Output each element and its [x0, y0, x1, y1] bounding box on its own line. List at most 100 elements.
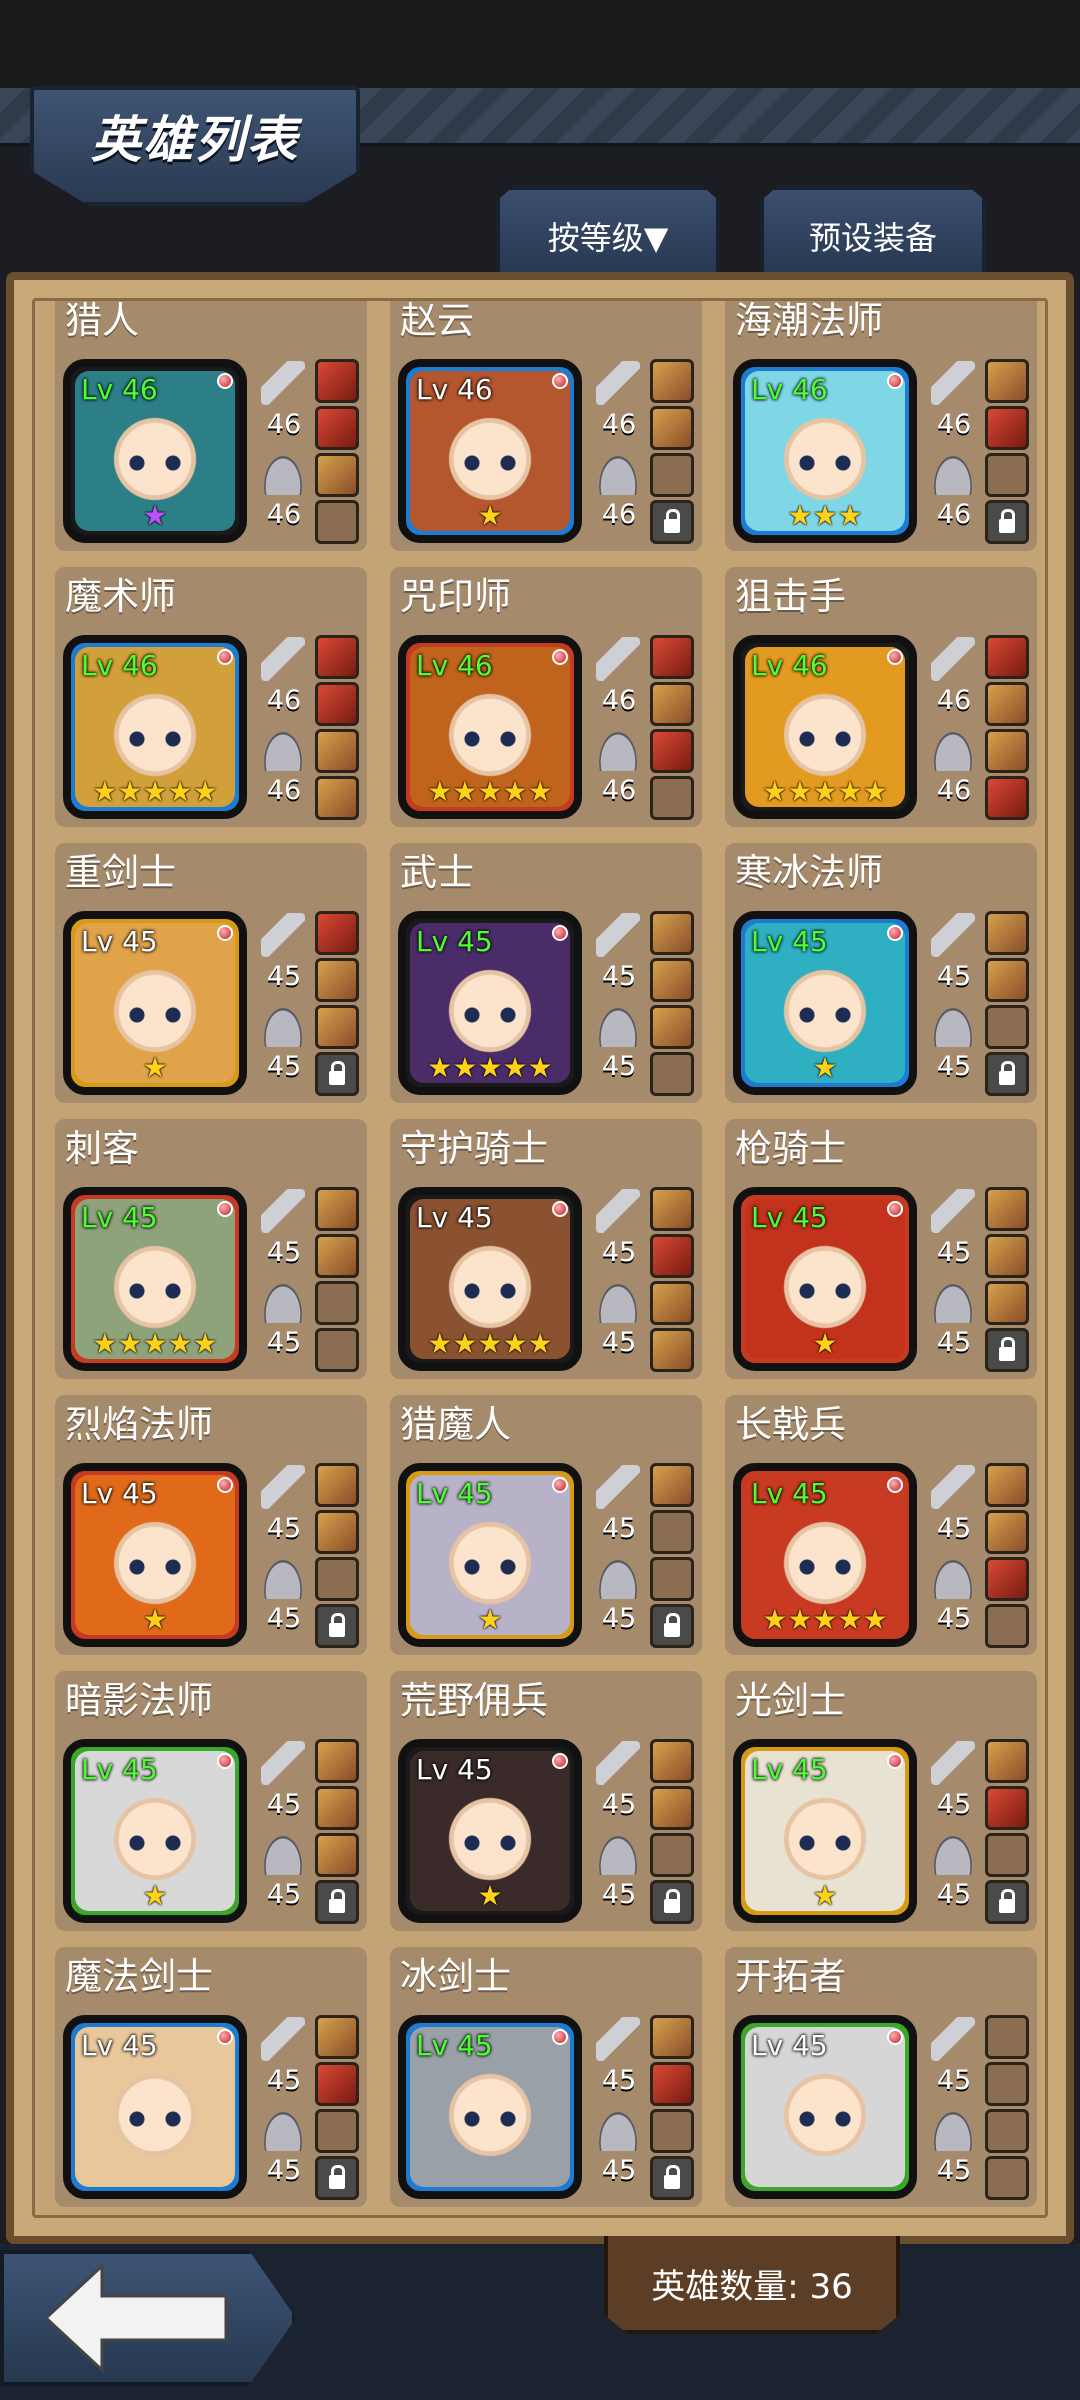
empty-equipment-slot[interactable] — [650, 1833, 694, 1877]
sort-by-level-button[interactable]: 按等级▼ — [496, 186, 720, 282]
hero-portrait[interactable]: Lv 45 ★★★★★ — [398, 911, 582, 1095]
empty-equipment-slot[interactable] — [985, 1005, 1029, 1049]
equipment-item-icon[interactable] — [650, 359, 694, 403]
hero-portrait[interactable]: Lv 46 ★★★★★ — [733, 635, 917, 819]
hero-card[interactable]: 刺客 Lv 45 ★★★★★ 45 45 — [55, 1119, 367, 1379]
hero-portrait[interactable]: Lv 45 — [733, 2015, 917, 2199]
empty-equipment-slot[interactable] — [315, 1328, 359, 1372]
empty-equipment-slot[interactable] — [650, 1052, 694, 1096]
equipment-item-icon[interactable] — [650, 1786, 694, 1830]
equipment-item-icon[interactable] — [650, 1739, 694, 1783]
hero-portrait[interactable]: Lv 45 ★★★★★ — [733, 1463, 917, 1647]
empty-equipment-slot[interactable] — [985, 453, 1029, 497]
equipment-item-icon[interactable] — [985, 1786, 1029, 1830]
hero-card[interactable]: 长戟兵 Lv 45 ★★★★★ 45 45 — [725, 1395, 1037, 1655]
equipment-item-icon[interactable] — [315, 635, 359, 679]
equipment-item-icon[interactable] — [650, 1281, 694, 1325]
back-arrow-icon[interactable] — [46, 2262, 230, 2374]
empty-equipment-slot[interactable] — [315, 1281, 359, 1325]
hero-portrait[interactable]: Lv 45 ★ — [63, 1463, 247, 1647]
hero-card[interactable]: 猎魔人 Lv 45 ★ 45 45 — [390, 1395, 702, 1655]
empty-equipment-slot[interactable] — [985, 2062, 1029, 2106]
empty-equipment-slot[interactable] — [985, 1604, 1029, 1648]
hero-card[interactable]: 赵云 Lv 46 ★ 46 46 — [390, 301, 702, 551]
equipment-item-icon[interactable] — [315, 1739, 359, 1783]
equipment-item-icon[interactable] — [985, 1234, 1029, 1278]
equipment-item-icon[interactable] — [315, 1510, 359, 1554]
empty-equipment-slot[interactable] — [650, 453, 694, 497]
equipment-item-icon[interactable] — [985, 635, 1029, 679]
equipment-item-icon[interactable] — [650, 1234, 694, 1278]
empty-equipment-slot[interactable] — [985, 2109, 1029, 2153]
empty-equipment-slot[interactable] — [985, 1833, 1029, 1877]
equipment-item-icon[interactable] — [315, 1463, 359, 1507]
equipment-item-icon[interactable] — [315, 1005, 359, 1049]
hero-card[interactable]: 枪骑士 Lv 45 ★ 45 45 — [725, 1119, 1037, 1379]
hero-portrait[interactable]: Lv 45 ★ — [398, 1739, 582, 1923]
equipment-item-icon[interactable] — [650, 1328, 694, 1372]
equipment-item-icon[interactable] — [985, 1739, 1029, 1783]
equipment-item-icon[interactable] — [315, 1786, 359, 1830]
equipment-item-icon[interactable] — [315, 958, 359, 1002]
equipment-item-icon[interactable] — [985, 958, 1029, 1002]
equipment-item-icon[interactable] — [650, 729, 694, 773]
equipment-item-icon[interactable] — [985, 1557, 1029, 1601]
equipment-item-icon[interactable] — [315, 1234, 359, 1278]
equipment-item-icon[interactable] — [985, 1510, 1029, 1554]
hero-portrait[interactable]: Lv 46 ★★★★★ — [398, 635, 582, 819]
hero-card[interactable]: 冰剑士 Lv 45 45 45 — [390, 1947, 702, 2207]
empty-equipment-slot[interactable] — [985, 2156, 1029, 2200]
hero-portrait[interactable]: Lv 46 ★★★ — [733, 359, 917, 543]
hero-card[interactable]: 光剑士 Lv 45 ★ 45 45 — [725, 1671, 1037, 1931]
equipment-item-icon[interactable] — [650, 911, 694, 955]
equipment-item-icon[interactable] — [315, 453, 359, 497]
equipment-item-icon[interactable] — [315, 2015, 359, 2059]
equipment-item-icon[interactable] — [650, 1463, 694, 1507]
equipment-item-icon[interactable] — [650, 2062, 694, 2106]
equipment-item-icon[interactable] — [985, 776, 1029, 820]
equipment-item-icon[interactable] — [650, 1187, 694, 1231]
equipment-item-icon[interactable] — [315, 359, 359, 403]
hero-portrait[interactable]: Lv 45 ★ — [733, 911, 917, 1095]
hero-list-scroll-area[interactable]: 猎人 Lv 46 ★ 46 46 赵云 Lv 46 ★ 46 46 海潮法师 L… — [32, 298, 1048, 2218]
equipment-item-icon[interactable] — [650, 958, 694, 1002]
hero-card[interactable]: 魔术师 Lv 46 ★★★★★ 46 46 — [55, 567, 367, 827]
hero-portrait[interactable]: Lv 45 — [398, 2015, 582, 2199]
empty-equipment-slot[interactable] — [985, 2015, 1029, 2059]
equipment-item-icon[interactable] — [315, 406, 359, 450]
hero-portrait[interactable]: Lv 46 ★ — [63, 359, 247, 543]
empty-equipment-slot[interactable] — [650, 1510, 694, 1554]
hero-card[interactable]: 魔法剑士 Lv 45 45 45 — [55, 1947, 367, 2207]
empty-equipment-slot[interactable] — [315, 500, 359, 544]
hero-portrait[interactable]: Lv 45 — [63, 2015, 247, 2199]
hero-card[interactable]: 寒冰法师 Lv 45 ★ 45 45 — [725, 843, 1037, 1103]
hero-portrait[interactable]: Lv 45 ★ — [733, 1187, 917, 1371]
hero-card[interactable]: 守护骑士 Lv 45 ★★★★★ 45 45 — [390, 1119, 702, 1379]
equipment-item-icon[interactable] — [315, 911, 359, 955]
equipment-item-icon[interactable] — [650, 682, 694, 726]
equipment-item-icon[interactable] — [315, 729, 359, 773]
equipment-item-icon[interactable] — [985, 1463, 1029, 1507]
hero-card[interactable]: 荒野佣兵 Lv 45 ★ 45 45 — [390, 1671, 702, 1931]
hero-portrait[interactable]: Lv 46 ★★★★★ — [63, 635, 247, 819]
equipment-item-icon[interactable] — [315, 1833, 359, 1877]
equipment-item-icon[interactable] — [650, 635, 694, 679]
hero-card[interactable]: 重剑士 Lv 45 ★ 45 45 — [55, 843, 367, 1103]
equipment-item-icon[interactable] — [650, 2015, 694, 2059]
equipment-item-icon[interactable] — [985, 729, 1029, 773]
hero-card[interactable]: 海潮法师 Lv 46 ★★★ 46 46 — [725, 301, 1037, 551]
empty-equipment-slot[interactable] — [650, 2109, 694, 2153]
equipment-item-icon[interactable] — [985, 359, 1029, 403]
empty-equipment-slot[interactable] — [650, 776, 694, 820]
hero-card[interactable]: 武士 Lv 45 ★★★★★ 45 45 — [390, 843, 702, 1103]
equipment-item-icon[interactable] — [985, 406, 1029, 450]
hero-card[interactable]: 猎人 Lv 46 ★ 46 46 — [55, 301, 367, 551]
equipment-item-icon[interactable] — [650, 1005, 694, 1049]
equipment-item-icon[interactable] — [985, 682, 1029, 726]
hero-portrait[interactable]: Lv 45 ★ — [733, 1739, 917, 1923]
hero-portrait[interactable]: Lv 45 ★ — [63, 911, 247, 1095]
equipment-item-icon[interactable] — [315, 682, 359, 726]
equipment-item-icon[interactable] — [650, 406, 694, 450]
equipment-item-icon[interactable] — [985, 1281, 1029, 1325]
preset-equipment-button[interactable]: 预设装备 — [760, 186, 986, 282]
